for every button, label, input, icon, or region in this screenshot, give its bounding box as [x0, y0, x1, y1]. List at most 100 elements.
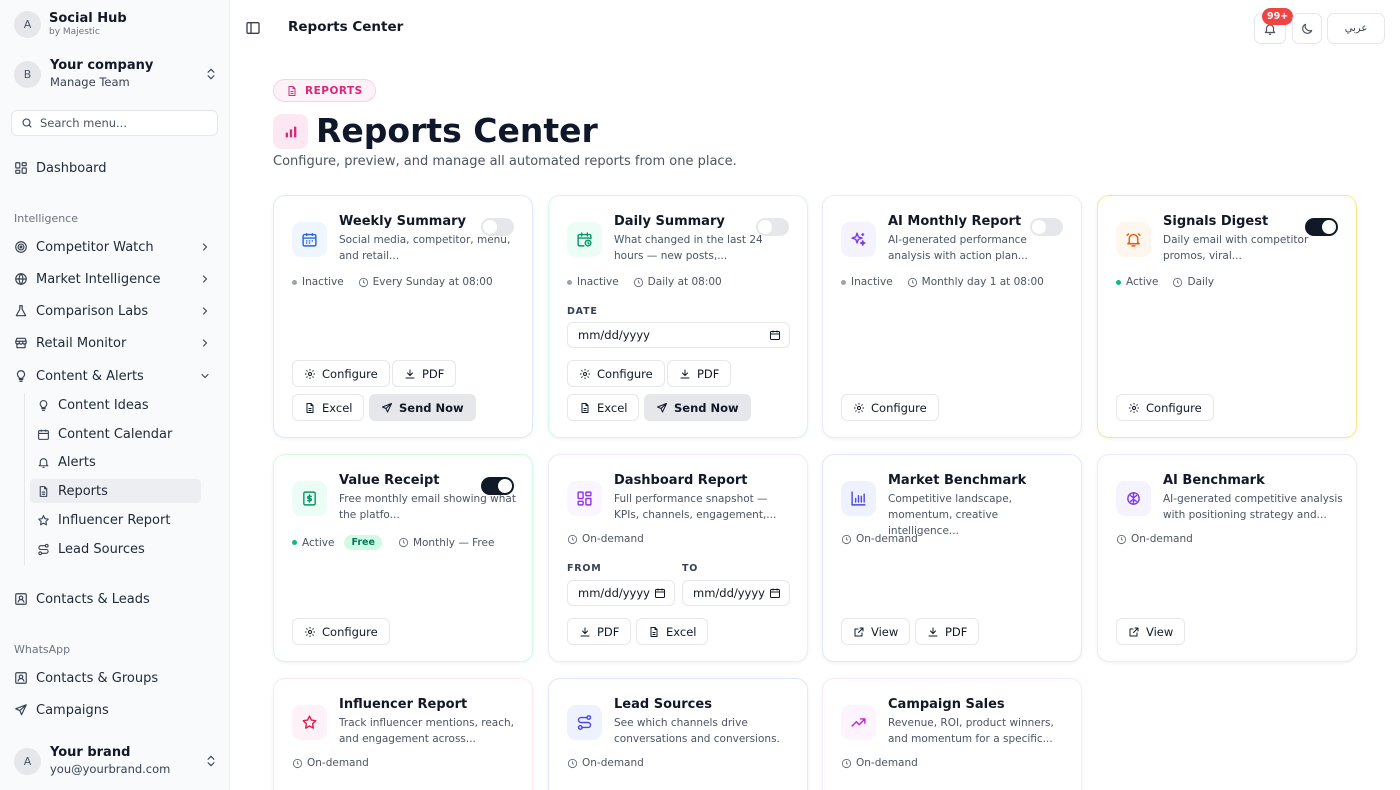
button-label: Send Now [674, 400, 739, 415]
sidebar: A Social Hub by Majestic B Your company … [0, 0, 230, 790]
layout-grid-icon [567, 481, 602, 516]
nav-label: Market Intelligence [36, 271, 161, 287]
nav-campaigns[interactable]: Campaigns [14, 698, 217, 722]
pdf-button[interactable]: PDF [567, 618, 632, 645]
clock-icon [292, 758, 303, 768]
card-meta: On-demand [567, 757, 644, 769]
configure-button[interactable]: Configure [292, 360, 390, 387]
nav-contacts-leads[interactable]: Contacts & Leads [14, 587, 217, 611]
schedule-text: Every Sunday at 08:00 [372, 276, 493, 288]
nav-alerts[interactable]: Alerts [30, 450, 201, 474]
button-label: Excel [597, 400, 628, 415]
nav-influencer-report[interactable]: Influencer Report [30, 508, 201, 532]
configure-button[interactable]: Configure [567, 360, 665, 387]
button-label: Configure [597, 366, 653, 381]
search-box[interactable] [11, 110, 218, 136]
status-dot [567, 279, 572, 285]
configure-button[interactable]: Configure [292, 618, 390, 645]
chevrons-up-down-icon [207, 68, 215, 80]
user-switcher[interactable]: A Your brand you@yourbrand.com [14, 744, 218, 778]
chevron-down-icon [201, 373, 209, 379]
brand-subtitle: by Majestic [49, 27, 100, 37]
search-input[interactable] [40, 116, 200, 130]
pdf-button[interactable]: PDF [392, 360, 457, 387]
company-switcher[interactable]: B Your company Manage Team [14, 56, 218, 92]
configure-button[interactable]: Configure [841, 394, 939, 421]
pdf-button[interactable]: PDF [915, 618, 980, 645]
card-influencer-report: Influencer Report Track influencer menti… [273, 678, 533, 790]
brand[interactable]: A Social Hub by Majestic [14, 11, 127, 38]
nav-label: Alerts [58, 454, 96, 470]
status-dot [1116, 279, 1121, 285]
nav-content-alerts[interactable]: Content & Alerts [14, 364, 217, 388]
send-now-button[interactable]: Send Now [369, 394, 476, 421]
excel-button[interactable]: Excel [567, 394, 640, 421]
schedule-text: Monthly — Free [412, 536, 495, 549]
calendar-icon [770, 588, 780, 598]
chevron-right-icon [202, 275, 208, 283]
nav-label: Competitor Watch [36, 239, 154, 255]
route-icon [38, 543, 49, 555]
nav-lead-sources[interactable]: Lead Sources [30, 537, 201, 561]
card-meta: Active Daily [1116, 276, 1214, 288]
card-ai-benchmark: AI Benchmark AI-generated competitive an… [1097, 454, 1357, 662]
calendar-icon [770, 330, 780, 340]
enable-switch[interactable] [1030, 218, 1063, 236]
schedule-text: On-demand [582, 533, 644, 545]
date-input[interactable]: mm/dd/yyyy [567, 322, 790, 348]
sidebar-toggle-icon[interactable] [245, 20, 261, 36]
star-icon [38, 514, 49, 525]
pdf-button[interactable]: PDF [667, 360, 732, 387]
card-title: Dashboard Report [614, 473, 748, 488]
enable-switch[interactable] [1305, 218, 1338, 236]
nav-market-intelligence[interactable]: Market Intelligence [14, 267, 217, 291]
language-button[interactable]: عربي [1327, 13, 1385, 44]
calendar-clock-icon [567, 222, 602, 257]
nav-contacts-groups[interactable]: Contacts & Groups [14, 666, 217, 690]
button-label: Configure [322, 366, 378, 381]
card-campaign-sales: Campaign Sales Revenue, ROI, product win… [822, 678, 1082, 790]
send-icon [657, 402, 667, 412]
view-button[interactable]: View [841, 618, 911, 645]
bell-icon [38, 457, 49, 468]
to-date-input[interactable]: mm/dd/yyyy [682, 580, 790, 606]
button-label: View [1146, 624, 1174, 639]
enable-switch[interactable] [756, 218, 789, 236]
configure-button[interactable]: Configure [1116, 394, 1214, 421]
clock-icon [567, 534, 578, 544]
user-email: you@yourbrand.com [50, 762, 171, 776]
nav-reports[interactable]: Reports [30, 479, 201, 503]
from-date-input[interactable]: mm/dd/yyyy [567, 580, 675, 606]
clock-icon [633, 277, 643, 287]
button-label: Configure [1146, 400, 1202, 415]
page-title: Reports Center [316, 111, 598, 150]
excel-button[interactable]: Excel [292, 394, 365, 421]
send-now-button[interactable]: Send Now [644, 394, 751, 421]
clock-icon [398, 537, 409, 548]
view-button[interactable]: View [1116, 618, 1186, 645]
schedule-text: On-demand [856, 757, 918, 769]
card-meta: Active Free Monthly — Free [292, 535, 494, 550]
status-text: Active [1126, 276, 1159, 288]
nav-content-ideas[interactable]: Content Ideas [30, 393, 201, 417]
company-role: Manage Team [50, 75, 130, 89]
enable-switch[interactable] [481, 477, 514, 495]
card-title: Campaign Sales [888, 697, 1005, 712]
external-link-icon [854, 627, 864, 636]
card-meta: On-demand [567, 533, 644, 545]
card-description: Competitive landscape, momentum, creativ… [888, 493, 1013, 537]
nav-dashboard[interactable]: Dashboard [14, 156, 217, 180]
receipt-icon [292, 481, 327, 516]
enable-switch[interactable] [481, 218, 514, 236]
nav-retail-monitor[interactable]: Retail Monitor [14, 331, 217, 355]
nav-content-calendar[interactable]: Content Calendar [30, 422, 201, 446]
theme-toggle-button[interactable] [1292, 13, 1322, 44]
excel-button[interactable]: Excel [636, 618, 709, 645]
card-description: See which channels drive conversations a… [614, 717, 780, 745]
card-title: Market Benchmark [888, 473, 1027, 488]
nav-comparison-labs[interactable]: Comparison Labs [14, 299, 217, 323]
button-label: Excel [666, 624, 697, 639]
nav-competitor-watch[interactable]: Competitor Watch [14, 235, 217, 259]
clock-icon [841, 758, 852, 768]
nav-label: Reports [58, 483, 108, 499]
